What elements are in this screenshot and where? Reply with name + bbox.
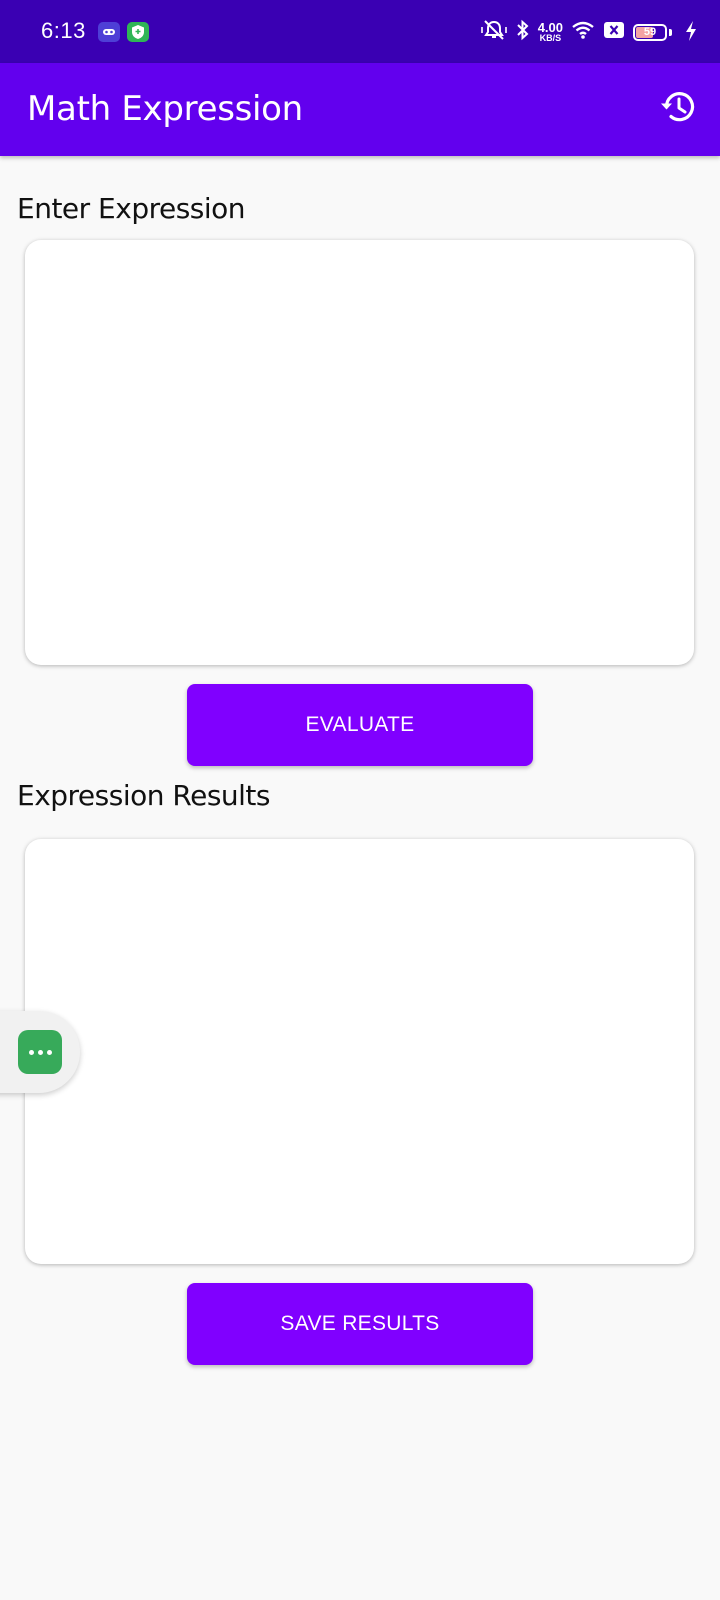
network-speed: 4.00 KB/S [538, 21, 563, 43]
expression-results-label: Expression Results [17, 779, 271, 812]
page-title: Math Expression [27, 89, 303, 129]
expression-input-card [25, 240, 694, 665]
wifi-icon [571, 20, 595, 45]
enter-expression-label: Enter Expression [17, 192, 246, 225]
game-icon [98, 22, 120, 42]
expression-results-card [25, 839, 694, 1264]
close-box-icon [603, 21, 625, 44]
battery-level: 59 [643, 26, 657, 38]
history-button[interactable] [656, 87, 700, 131]
history-icon [658, 87, 698, 132]
status-icons: 4.00 KB/S 59 [480, 18, 672, 46]
more-dots-icon[interactable] [18, 1030, 62, 1074]
mute-icon [480, 19, 508, 46]
expression-results-output[interactable] [25, 839, 694, 1264]
battery-tip [669, 28, 672, 36]
battery-icon: 59 [633, 23, 667, 41]
net-speed-unit: KB/S [539, 33, 562, 43]
shield-icon [127, 22, 149, 42]
status-time: 6:13 [41, 18, 86, 43]
charging-icon [684, 20, 698, 47]
status-bar: 6:13 4.00 KB/S 59 [0, 0, 720, 63]
floating-assistant-bubble[interactable] [0, 1011, 80, 1093]
expression-input[interactable] [25, 240, 694, 665]
app-bar: Math Expression [0, 63, 720, 156]
save-results-button[interactable]: SAVE RESULTS [187, 1283, 533, 1365]
bluetooth-icon [516, 19, 530, 46]
evaluate-button[interactable]: EVALUATE [187, 684, 533, 766]
